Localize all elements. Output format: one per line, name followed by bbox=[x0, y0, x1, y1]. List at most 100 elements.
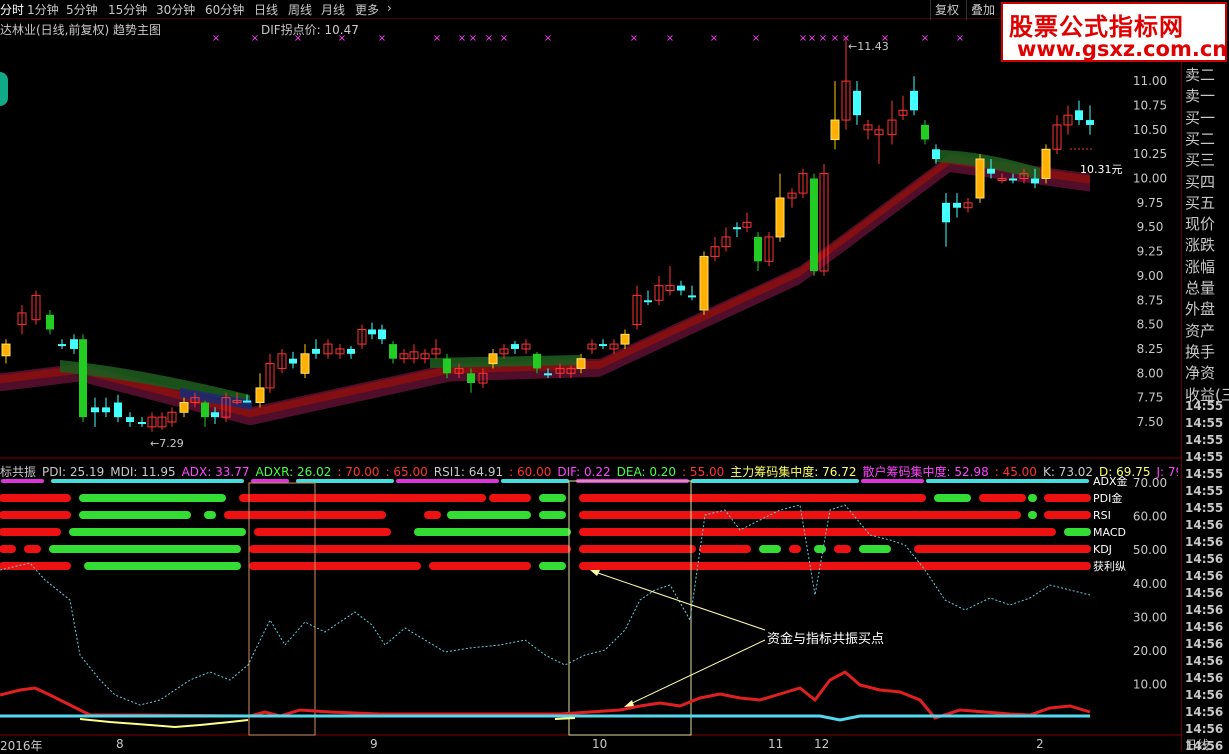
candle-body bbox=[443, 358, 451, 374]
signal-marker: × bbox=[251, 33, 259, 44]
x-tick: 11 bbox=[768, 737, 784, 751]
retail-line bbox=[79, 718, 249, 729]
price-tick: 9.00 bbox=[1137, 269, 1164, 283]
resonance-box-2 bbox=[568, 480, 692, 736]
tick-time: 14:56 bbox=[1185, 671, 1224, 685]
indicator-value: 散户筹码集中度: 52.98 bbox=[862, 465, 989, 479]
candle-body bbox=[910, 90, 918, 111]
tick-time: 14:56 bbox=[1185, 535, 1224, 549]
price-tick: 8.50 bbox=[1137, 318, 1164, 332]
quote-field-label: 卖二 bbox=[1185, 66, 1216, 84]
candle-body bbox=[1075, 110, 1083, 121]
indicator-toggle-icon[interactable] bbox=[0, 72, 8, 106]
candle-body bbox=[688, 295, 696, 298]
candle-body bbox=[1041, 148, 1051, 179]
x-tick: 2016年 bbox=[0, 739, 43, 753]
price-tick: 10.00 bbox=[1133, 172, 1167, 186]
price-tick: 10.25 bbox=[1133, 147, 1167, 161]
tick-time: 14:55 bbox=[1185, 501, 1224, 515]
signal-marker: × bbox=[630, 33, 638, 44]
indicator-value: K: 73.02 bbox=[1042, 465, 1094, 479]
indicator-tick: 30.00 bbox=[1133, 610, 1167, 624]
tick-time: 14:55 bbox=[1185, 484, 1224, 498]
price-tick: 7.75 bbox=[1137, 391, 1164, 405]
signal-marker: × bbox=[710, 33, 718, 44]
price-tick: 9.50 bbox=[1137, 220, 1164, 234]
chart-title: 达林业(日线,前复权) 趋势主图 bbox=[0, 23, 161, 37]
baseline-line bbox=[0, 714, 1090, 722]
signal-marker: × bbox=[469, 33, 477, 44]
indicator-value: J: 79. bbox=[1156, 465, 1179, 479]
candle-body bbox=[114, 402, 122, 418]
quote-field-label: 买四 bbox=[1185, 172, 1216, 191]
candle-body bbox=[533, 353, 541, 369]
tick-time: 14:56 bbox=[1185, 603, 1224, 617]
indicator-tick: 10.00 bbox=[1133, 678, 1167, 692]
signal-row-label: RSI bbox=[1093, 509, 1111, 522]
price-tick: 11.00 bbox=[1133, 74, 1167, 88]
candle-body bbox=[70, 339, 78, 349]
candle-body bbox=[201, 402, 209, 418]
quote-field-label: 涨幅 bbox=[1185, 257, 1216, 276]
indicator-tick: 20.00 bbox=[1133, 644, 1167, 658]
price-tick: 8.00 bbox=[1137, 366, 1164, 380]
indicator-value: : 65.00 bbox=[385, 465, 428, 479]
high-price-label: ←11.43 bbox=[848, 40, 889, 53]
indicator-value: RSI1: 64.91 bbox=[433, 465, 504, 479]
price-tick: 9.75 bbox=[1137, 196, 1164, 210]
quote-field-label: 买三 bbox=[1185, 151, 1216, 170]
quote-field-label: 外盘 bbox=[1185, 300, 1216, 319]
candle-body bbox=[853, 90, 861, 116]
candle-body bbox=[211, 412, 219, 418]
indicator-value: MDI: 11.95 bbox=[110, 465, 176, 479]
tick-time: 14:56 bbox=[1185, 569, 1224, 583]
signal-row-label: MACD bbox=[1093, 526, 1126, 539]
candle-body bbox=[255, 387, 265, 404]
signal-marker: × bbox=[666, 33, 674, 44]
signal-marker: × bbox=[921, 33, 929, 44]
candle-body bbox=[179, 402, 189, 413]
candle-body bbox=[544, 373, 552, 376]
indicator-tick: 60.00 bbox=[1133, 510, 1167, 524]
tick-time: 14:55 bbox=[1185, 399, 1224, 413]
candle-body bbox=[138, 422, 146, 424]
signal-row-label: PDI金 bbox=[1093, 491, 1122, 505]
quote-field-label: 买二 bbox=[1185, 129, 1216, 148]
chart-canvas[interactable]: 11.00 10.75 10.50 10.25 10.00 9.75 9.50 9.25 9.0… bbox=[0, 0, 1229, 751]
signal-row-label: 获利纵 bbox=[1093, 560, 1126, 573]
candle-body bbox=[488, 353, 498, 365]
candle-body bbox=[312, 348, 320, 354]
signal-marker: × bbox=[500, 33, 508, 44]
indicator-value: : 70.00 bbox=[337, 465, 380, 479]
tick-time: 14:56 bbox=[1185, 552, 1224, 566]
tick-time: 14:56 bbox=[1185, 722, 1224, 736]
signal-marker: × bbox=[819, 33, 827, 44]
candle-body bbox=[58, 344, 66, 347]
candle-body bbox=[91, 407, 99, 413]
arrow-head bbox=[590, 570, 600, 576]
candle-body bbox=[754, 236, 762, 262]
resonance-box-1 bbox=[248, 482, 316, 736]
candle-body bbox=[975, 158, 985, 199]
low-price-label: ←7.29 bbox=[150, 437, 184, 450]
annotation-arrow bbox=[625, 639, 766, 707]
indicator-value: : 55.00 bbox=[682, 465, 725, 479]
quote-field-label: 卖一 bbox=[1185, 87, 1216, 106]
x-tick: 9 bbox=[370, 737, 378, 751]
signal-marker: × bbox=[808, 33, 816, 44]
tick-time: 14:56 bbox=[1185, 586, 1224, 600]
candle-body bbox=[347, 348, 355, 354]
tick-time: 14:56 bbox=[1185, 620, 1224, 634]
signal-marker: × bbox=[799, 33, 807, 44]
indicator-value: : 45.00 bbox=[994, 465, 1037, 479]
candle-body bbox=[378, 329, 386, 340]
quote-field-label: 换手 bbox=[1185, 342, 1216, 361]
price-tick: 10.75 bbox=[1133, 98, 1167, 112]
x-tick: 10 bbox=[592, 737, 608, 751]
candle-body bbox=[677, 285, 685, 291]
price-tick: 10.50 bbox=[1133, 123, 1167, 137]
retail-line bbox=[554, 717, 576, 720]
candle-body bbox=[576, 358, 586, 369]
candle-body bbox=[599, 344, 607, 347]
date-axis: 2016年 8 9 10 11 12 2 bbox=[0, 737, 1178, 753]
